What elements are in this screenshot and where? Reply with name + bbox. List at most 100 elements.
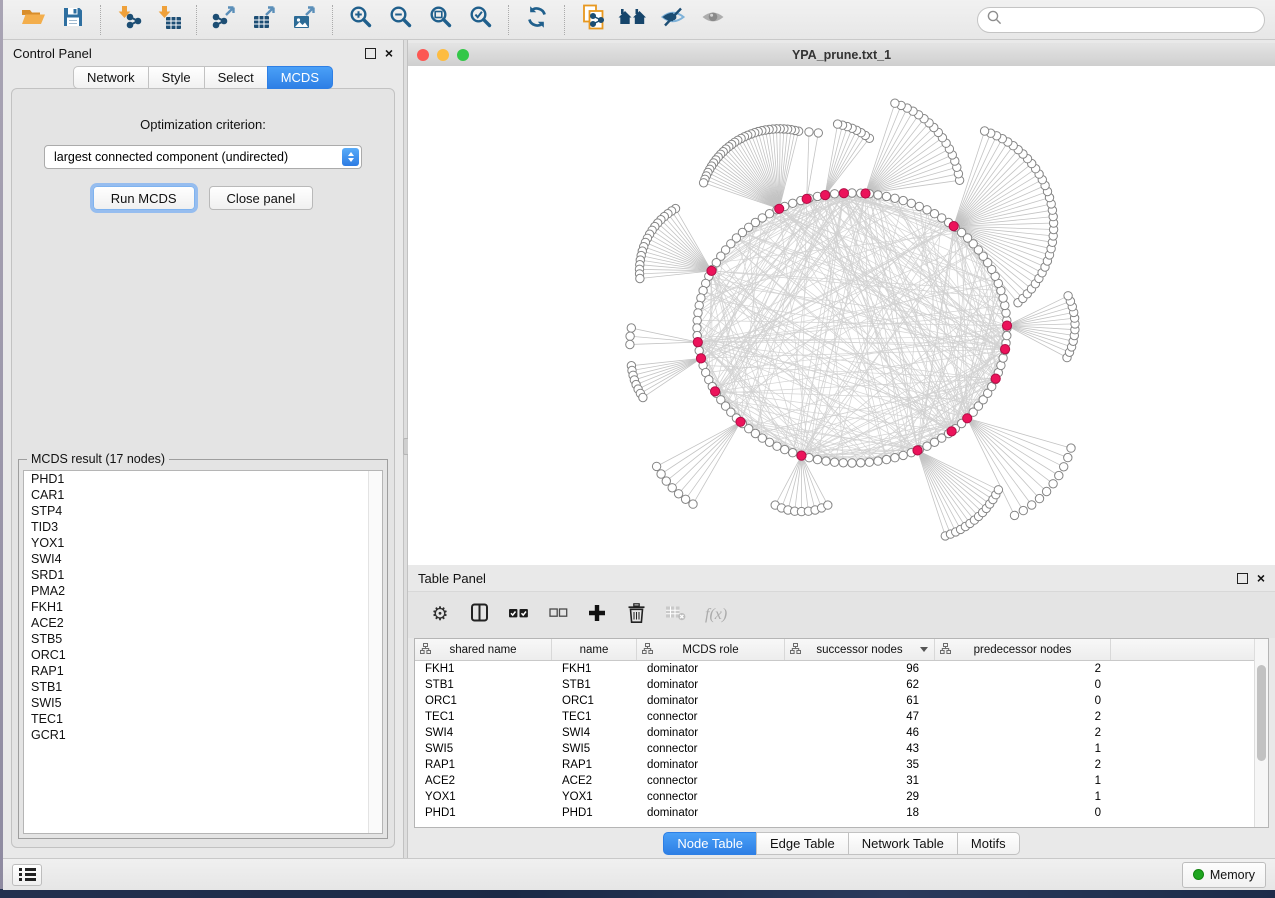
table-row[interactable]: TEC1TEC1connector472: [415, 709, 1268, 725]
mcds-result-list[interactable]: PHD1CAR1STP4TID3YOX1SWI4SRD1PMA2FKH1ACE2…: [23, 470, 383, 834]
deselect-all-button[interactable]: [548, 603, 568, 627]
close-panel-icon[interactable]: ×: [385, 48, 393, 58]
column-header-successor-nodes[interactable]: successor nodes: [785, 639, 935, 660]
mcds-node-item[interactable]: ORC1: [24, 647, 382, 663]
mcds-node-item[interactable]: GCR1: [24, 727, 382, 743]
float-panel-icon[interactable]: [365, 48, 376, 59]
mcds-node-item[interactable]: RAP1: [24, 663, 382, 679]
tab-select[interactable]: Select: [204, 66, 268, 89]
float-table-panel-icon[interactable]: [1237, 573, 1248, 584]
column-header-shared-name[interactable]: shared name: [415, 639, 552, 660]
mcds-node-item[interactable]: STP4: [24, 503, 382, 519]
toolbar-separator: [508, 5, 510, 35]
zoom-selected-button[interactable]: [461, 3, 501, 37]
export-image-button[interactable]: [285, 3, 325, 37]
export-network-button[interactable]: [205, 3, 245, 37]
column-header-name[interactable]: name: [552, 639, 637, 660]
mcds-list-scrollbar[interactable]: [368, 471, 382, 833]
import-network-button[interactable]: [109, 3, 149, 37]
table-scrollbar[interactable]: [1254, 639, 1268, 827]
mcds-node-item[interactable]: SWI4: [24, 551, 382, 567]
network-canvas[interactable]: [408, 66, 1275, 565]
toolbar-separator: [564, 5, 566, 35]
delete-button[interactable]: [626, 603, 646, 627]
mcds-node-item[interactable]: PHD1: [24, 471, 382, 487]
table-row[interactable]: SWI4SWI4dominator462: [415, 725, 1268, 741]
network-nodes[interactable]: [626, 99, 1079, 540]
mcds-node-item[interactable]: SRD1: [24, 567, 382, 583]
open-icon: [20, 5, 46, 34]
tab-motifs[interactable]: Motifs: [957, 832, 1020, 855]
table-row[interactable]: RAP1RAP1dominator352: [415, 757, 1268, 773]
mcds-node-item[interactable]: YOX1: [24, 535, 382, 551]
criterion-value: largest connected component (undirected): [54, 150, 288, 164]
mcds-node-item[interactable]: FKH1: [24, 599, 382, 615]
column-header-MCDS-role[interactable]: MCDS role: [637, 639, 785, 660]
table-row[interactable]: YOX1YOX1connector291: [415, 789, 1268, 805]
main-area: Control Panel × NetworkStyleSelectMCDS O…: [3, 40, 1275, 858]
clear-table-icon: [665, 604, 686, 626]
optimization-criterion-select[interactable]: largest connected component (undirected): [44, 145, 362, 169]
export-table-button[interactable]: [245, 3, 285, 37]
close-panel-button[interactable]: Close panel: [209, 186, 314, 210]
zoom-out-button[interactable]: [381, 3, 421, 37]
save-button[interactable]: [53, 3, 93, 37]
table-row[interactable]: FKH1FKH1dominator962: [415, 661, 1268, 677]
mcds-node-item[interactable]: TID3: [24, 519, 382, 535]
node-table-header: shared namenameMCDS rolesuccessor nodesp…: [415, 639, 1268, 661]
mcds-node-item[interactable]: TEC1: [24, 711, 382, 727]
tab-network-table[interactable]: Network Table: [848, 832, 958, 855]
task-history-button[interactable]: [12, 864, 42, 886]
mcds-node-item[interactable]: SWI5: [24, 695, 382, 711]
hide-selected-button[interactable]: [653, 3, 693, 37]
table-row[interactable]: PHD1PHD1dominator180: [415, 805, 1268, 821]
column-mapping-icon: [940, 643, 951, 657]
zoom-fit-button[interactable]: [421, 3, 461, 37]
refresh-button[interactable]: [517, 3, 557, 37]
close-table-panel-icon[interactable]: ×: [1257, 573, 1265, 583]
mcds-node-item[interactable]: CAR1: [24, 487, 382, 503]
search-icon: [987, 10, 1002, 30]
show-all-button[interactable]: [693, 3, 733, 37]
mcds-node-item[interactable]: STB5: [24, 631, 382, 647]
select-all-button[interactable]: [508, 603, 529, 627]
open-button[interactable]: [13, 3, 53, 37]
cell-MCDS-role: dominator: [637, 807, 785, 819]
table-panel-header: Table Panel ×: [408, 565, 1275, 591]
node-table: shared namenameMCDS rolesuccessor nodesp…: [414, 638, 1269, 828]
columns-button[interactable]: [469, 603, 489, 627]
settings-button[interactable]: ⚙: [430, 603, 450, 627]
cell-MCDS-role: connector: [637, 743, 785, 755]
run-mcds-button[interactable]: Run MCDS: [93, 186, 195, 210]
search-input[interactable]: [1008, 11, 1255, 28]
column-header-predecessor-nodes[interactable]: predecessor nodes: [935, 639, 1111, 660]
zoom-in-button[interactable]: [341, 3, 381, 37]
mcds-node-item[interactable]: PMA2: [24, 583, 382, 599]
columns-icon: [470, 603, 489, 627]
tab-mcds[interactable]: MCDS: [267, 66, 333, 89]
mcds-panel: Optimization criterion: largest connecte…: [11, 88, 395, 848]
cell-successor-nodes: 46: [785, 727, 935, 739]
list-icon: [19, 868, 41, 871]
sort-caret-icon[interactable]: [920, 647, 928, 652]
table-row[interactable]: ACE2ACE2connector311: [415, 773, 1268, 789]
mcds-node-item[interactable]: STB1: [24, 679, 382, 695]
add-button[interactable]: [587, 603, 607, 627]
memory-button[interactable]: Memory: [1182, 862, 1266, 888]
table-row[interactable]: STB1STB1dominator620: [415, 677, 1268, 693]
tab-network[interactable]: Network: [73, 66, 149, 89]
tab-node-table[interactable]: Node Table: [663, 832, 757, 855]
tab-style[interactable]: Style: [148, 66, 205, 89]
search-box[interactable]: [977, 7, 1265, 33]
network-graph[interactable]: [408, 66, 1275, 565]
table-scrollbar-thumb[interactable]: [1257, 665, 1266, 761]
first-neighbors-button[interactable]: [613, 3, 653, 37]
import-table-button[interactable]: [149, 3, 189, 37]
clear-table-button: [665, 603, 686, 627]
mcds-node-item[interactable]: ACE2: [24, 615, 382, 631]
tab-edge-table[interactable]: Edge Table: [756, 832, 849, 855]
table-row[interactable]: SWI5SWI5connector431: [415, 741, 1268, 757]
table-row[interactable]: ORC1ORC1dominator610: [415, 693, 1268, 709]
new-network-from-selection-button[interactable]: [573, 3, 613, 37]
cell-name: YOX1: [552, 791, 637, 803]
